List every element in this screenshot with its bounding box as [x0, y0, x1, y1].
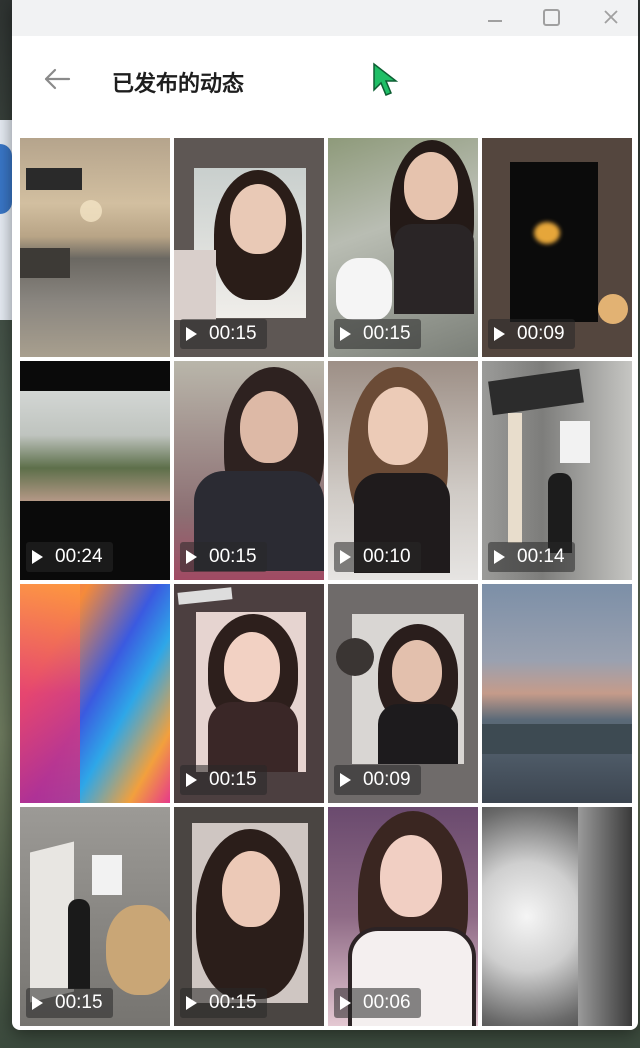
- play-icon: [494, 327, 505, 341]
- video-duration-badge: 00:14: [488, 542, 575, 572]
- play-icon: [494, 550, 505, 564]
- duration-label: 00:15: [209, 323, 257, 344]
- post-thumbnail-video[interactable]: 00:15: [174, 807, 324, 1026]
- dog-sticker: [598, 294, 628, 324]
- standing-figure: [548, 473, 572, 553]
- horizon-image: [482, 724, 632, 754]
- minimize-icon: [488, 20, 502, 22]
- wall-post: [508, 413, 522, 543]
- post-thumbnail-video[interactable]: 00:15: [20, 807, 170, 1026]
- maximize-icon: [542, 8, 560, 26]
- posts-window: 已发布的动态 00:15 00:15 00:09 00:24 00:15 00:…: [12, 0, 638, 1030]
- dog-image: [106, 905, 170, 995]
- page-title: 已发布的动态: [112, 72, 245, 97]
- play-icon: [340, 327, 351, 341]
- play-icon: [186, 773, 197, 787]
- play-icon: [32, 550, 43, 564]
- mouse-cursor-icon: [373, 62, 399, 96]
- play-icon: [186, 327, 197, 341]
- gradient-band: [20, 584, 80, 803]
- post-thumbnail-video[interactable]: 00:10: [328, 361, 478, 580]
- portrait-face: [380, 835, 442, 917]
- video-duration-badge: 00:10: [334, 542, 421, 572]
- play-icon: [32, 996, 43, 1010]
- duration-label: 00:15: [209, 992, 257, 1013]
- inset-photo: [174, 250, 216, 320]
- restroom-sign: [560, 421, 590, 463]
- duration-label: 00:15: [363, 323, 411, 344]
- inset-photo: [336, 638, 374, 676]
- post-thumbnail-video[interactable]: 00:15: [328, 138, 478, 357]
- video-duration-badge: 00:15: [180, 542, 267, 572]
- duration-label: 00:15: [55, 992, 103, 1013]
- post-thumbnail-video[interactable]: 00:06: [328, 807, 478, 1026]
- minimize-button[interactable]: [480, 4, 510, 30]
- sticker-text: [26, 168, 82, 190]
- play-icon: [186, 550, 197, 564]
- video-duration-badge: 00:15: [180, 319, 267, 349]
- close-icon: [604, 10, 618, 24]
- post-thumbnail-sunset[interactable]: [20, 138, 170, 357]
- duration-label: 00:10: [363, 546, 411, 567]
- post-thumbnail-video[interactable]: 00:15: [174, 584, 324, 803]
- play-icon: [340, 550, 351, 564]
- portrait-face: [392, 640, 442, 702]
- pier-image: [20, 248, 70, 278]
- post-thumbnail-video[interactable]: 00:15: [174, 361, 324, 580]
- shadow-band: [578, 807, 632, 1026]
- post-thumbnail-video[interactable]: 00:24: [20, 361, 170, 580]
- video-duration-badge: 00:15: [334, 319, 421, 349]
- garden-scene: [20, 391, 170, 501]
- post-thumbnail-dusk[interactable]: [482, 584, 632, 803]
- portrait-face: [404, 152, 458, 220]
- portrait-face: [230, 184, 286, 254]
- standing-figure: [68, 899, 90, 989]
- restroom-sign: [92, 855, 122, 895]
- light-spot: [534, 222, 560, 244]
- portrait-face: [222, 851, 280, 927]
- portrait-body: [394, 224, 474, 314]
- video-duration-badge: 00:15: [180, 765, 267, 795]
- bear-sticker: [336, 258, 392, 320]
- post-thumbnail-video[interactable]: 00:09: [328, 584, 478, 803]
- page-header: 已发布的动态: [12, 36, 638, 128]
- duration-label: 00:06: [363, 992, 411, 1013]
- duration-label: 00:15: [209, 546, 257, 567]
- post-thumbnail-video[interactable]: 00:15: [174, 138, 324, 357]
- posts-grid: 00:15 00:15 00:09 00:24 00:15 00:10 00:1…: [20, 138, 632, 1026]
- play-icon: [340, 773, 351, 787]
- post-thumbnail-video[interactable]: 00:09: [482, 138, 632, 357]
- video-duration-badge: 00:15: [180, 988, 267, 1018]
- duration-label: 00:09: [517, 323, 565, 344]
- back-button[interactable]: [40, 62, 74, 96]
- play-icon: [340, 996, 351, 1010]
- post-thumbnail-abstract[interactable]: [482, 807, 632, 1026]
- video-duration-badge: 00:06: [334, 988, 421, 1018]
- post-thumbnail-gradient[interactable]: [20, 584, 170, 803]
- video-duration-badge: 00:24: [26, 542, 113, 572]
- portrait-face: [368, 387, 428, 465]
- portrait-face: [240, 391, 298, 463]
- portrait-body: [378, 704, 458, 764]
- portrait-body: [208, 702, 298, 772]
- duration-label: 00:24: [55, 546, 103, 567]
- sun-image: [80, 200, 102, 222]
- duration-label: 00:14: [517, 546, 565, 567]
- video-duration-badge: 00:15: [26, 988, 113, 1018]
- duration-label: 00:09: [363, 769, 411, 790]
- background-app-tab: [0, 144, 12, 214]
- title-bar: [12, 0, 638, 36]
- close-button[interactable]: [596, 4, 626, 30]
- post-thumbnail-video[interactable]: 00:14: [482, 361, 632, 580]
- arrow-left-icon: [44, 68, 71, 90]
- portrait-face: [224, 632, 280, 702]
- maximize-button[interactable]: [536, 4, 566, 30]
- duration-label: 00:15: [209, 769, 257, 790]
- video-duration-badge: 00:09: [334, 765, 421, 795]
- video-duration-badge: 00:09: [488, 319, 575, 349]
- play-icon: [186, 996, 197, 1010]
